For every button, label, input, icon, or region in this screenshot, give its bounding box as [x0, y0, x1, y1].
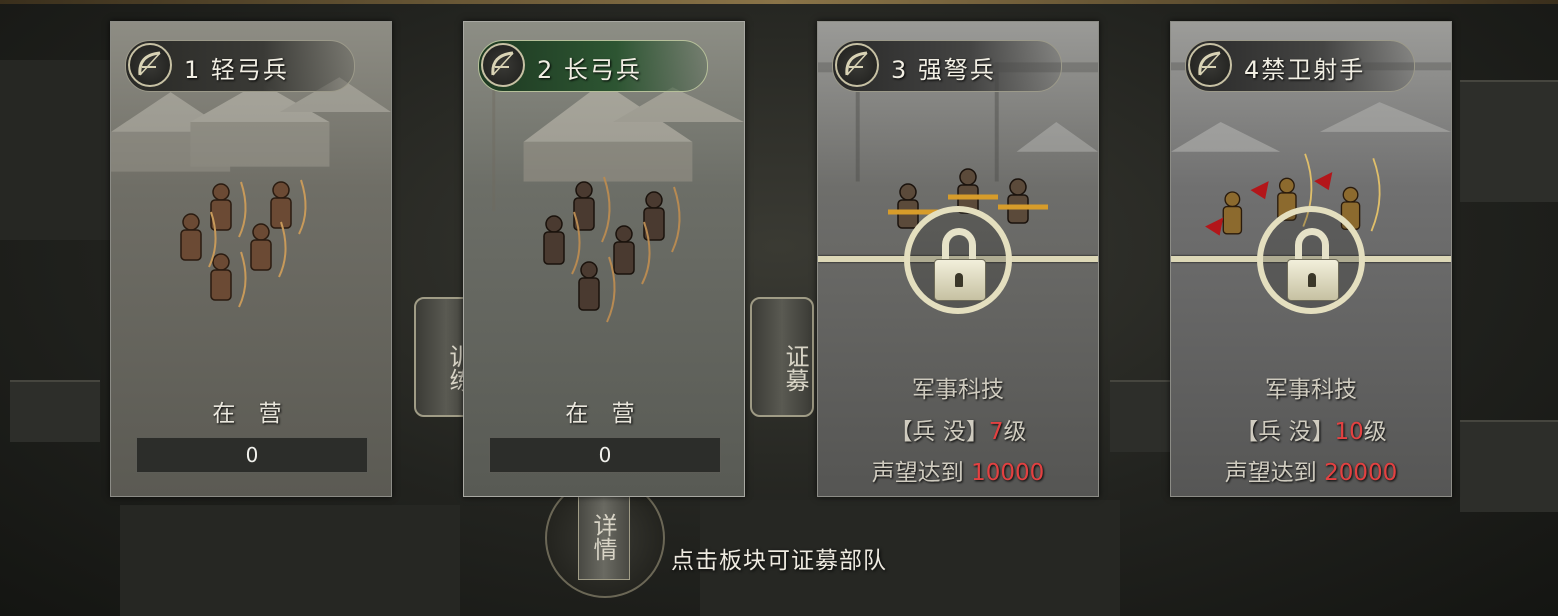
recruit-hint: 点击板块可证募部队 — [671, 548, 887, 574]
bow-icon — [835, 43, 879, 87]
reputation-requirement: 声望达到 10000 — [871, 460, 1045, 486]
keyhole — [955, 273, 963, 287]
longbowman-troops — [543, 176, 681, 323]
reputation-requirement: 声望达到 20000 — [1224, 460, 1398, 486]
unit-card-crossbowman[interactable]: 3 强弩兵 军事科技 【兵 没】7级 声望达到 10000 — [817, 21, 1099, 497]
unit-card-longbowman[interactable]: 2 长弓兵 在 营 0 — [463, 21, 745, 497]
status-in-camp: 在 营 — [212, 401, 290, 427]
requirement-title: 军事科技 — [912, 377, 1004, 403]
bg-building — [0, 60, 110, 240]
unit-title-plate: 4禁卫射手 — [1185, 40, 1415, 92]
bg-roof — [1460, 420, 1558, 512]
unit-name: 1 轻弓兵 — [184, 56, 289, 84]
status-in-camp: 在 营 — [565, 401, 643, 427]
troop-count: 0 — [489, 437, 721, 473]
troop-count: 0 — [136, 437, 368, 473]
bow-icon — [128, 43, 172, 87]
unit-card-royal-guard-archer[interactable]: 4禁卫射手 军事科技 【兵 没】10级 声望达到 20000 — [1170, 21, 1452, 497]
tech-requirement: 【兵 没】10级 — [1235, 419, 1387, 445]
unit-name: 2 长弓兵 — [537, 56, 642, 84]
unit-card-light-archer[interactable]: 1 轻弓兵 在 营 0 — [110, 21, 392, 497]
keyhole — [1308, 273, 1316, 287]
bow-icon — [481, 43, 525, 87]
unit-title-plate: 3 强弩兵 — [832, 40, 1062, 92]
requirement-title: 军事科技 — [1265, 377, 1357, 403]
bg-roof — [1460, 80, 1558, 202]
unit-title-plate: 2 长弓兵 — [478, 40, 708, 92]
recruit-button[interactable]: 证募 — [750, 297, 814, 417]
unit-title-plate: 1 轻弓兵 — [125, 40, 355, 92]
bg-roof — [1110, 380, 1170, 452]
top-border — [0, 0, 1558, 4]
unit-name: 3 强弩兵 — [891, 56, 996, 84]
bg-roof — [10, 380, 100, 442]
light-archer-troops — [180, 179, 307, 308]
unit-name: 4禁卫射手 — [1244, 56, 1366, 84]
bow-icon — [1188, 43, 1232, 87]
tech-requirement: 【兵 没】7级 — [889, 419, 1027, 445]
